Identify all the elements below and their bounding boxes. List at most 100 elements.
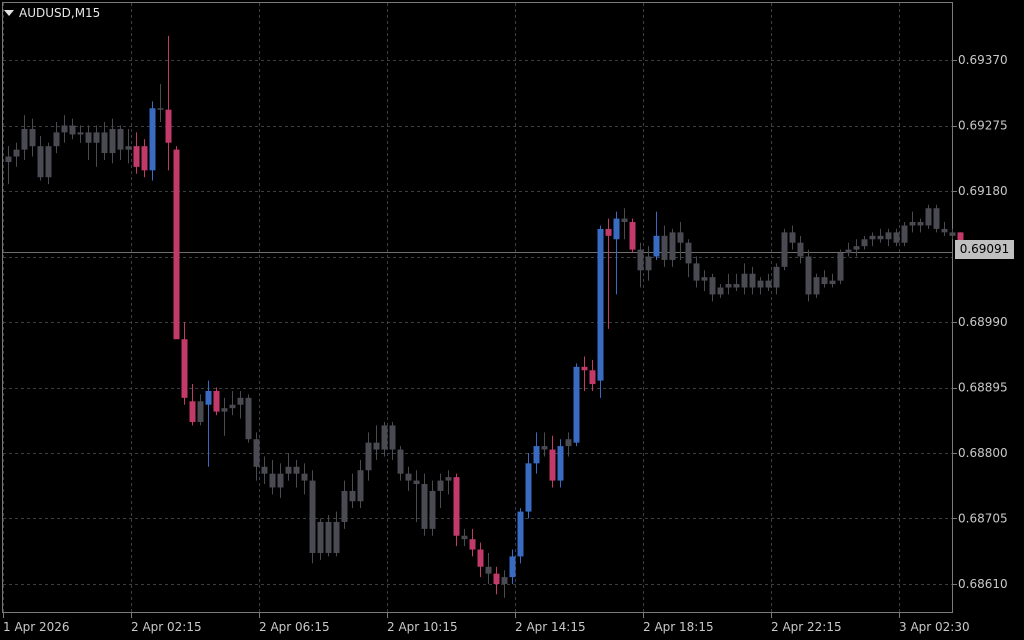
candle xyxy=(5,146,12,185)
candle xyxy=(645,246,652,281)
candle xyxy=(365,432,372,481)
candle xyxy=(181,322,188,405)
candle xyxy=(301,463,308,495)
candle xyxy=(869,232,876,247)
candle xyxy=(509,549,516,584)
candle xyxy=(933,204,940,233)
candle-body xyxy=(493,573,500,584)
candle xyxy=(605,218,612,329)
candle-body xyxy=(133,146,140,167)
candle xyxy=(349,473,356,509)
candle xyxy=(197,394,204,426)
candle xyxy=(13,142,20,167)
time-axis: 1 Apr 2026 2 Apr 02:15 2 Apr 06:15 2 Apr 10… xyxy=(3,613,970,634)
dropdown-triangle-icon[interactable] xyxy=(4,10,14,16)
price-axis: 0.69370 0.69275 0.69180 0.68990 0.68895 0.688… xyxy=(953,53,1008,591)
candle-body xyxy=(637,249,644,271)
candle xyxy=(109,118,116,164)
candle-body xyxy=(853,246,860,250)
candle-body xyxy=(149,108,156,171)
candle-body xyxy=(549,449,556,481)
candle xyxy=(309,470,316,564)
candle-body xyxy=(373,442,380,450)
candle-body xyxy=(501,577,508,584)
candle xyxy=(477,542,484,578)
candle-body xyxy=(653,235,660,257)
grid-lines xyxy=(3,3,952,612)
candle-body xyxy=(709,277,716,295)
candle-body xyxy=(405,473,412,481)
candle xyxy=(597,225,604,398)
candle-body xyxy=(45,146,52,178)
candle-body xyxy=(461,535,468,540)
candle-body xyxy=(733,284,740,288)
candle-body xyxy=(5,156,12,163)
candle xyxy=(413,470,420,522)
candle xyxy=(757,277,764,295)
candle xyxy=(397,446,404,481)
candle xyxy=(661,225,668,267)
candle-body xyxy=(317,521,324,553)
candle xyxy=(925,204,932,229)
candle-body xyxy=(805,256,812,295)
candle-body xyxy=(661,235,668,260)
candle-body xyxy=(349,490,356,502)
time-tick-label: 2 Apr 10:15 xyxy=(387,620,458,634)
candle-body xyxy=(221,408,228,412)
candle xyxy=(741,263,748,295)
candle-body xyxy=(53,132,60,147)
candle xyxy=(941,222,948,236)
price-tick-label: 0.68895 xyxy=(958,381,1008,395)
candle-body xyxy=(117,128,124,150)
candle-body xyxy=(301,473,308,481)
candle xyxy=(93,125,100,167)
candle xyxy=(613,211,620,295)
candle-body xyxy=(37,146,44,178)
candle-body xyxy=(205,390,212,405)
candle xyxy=(133,132,140,174)
candle xyxy=(725,273,732,295)
candles xyxy=(5,35,964,598)
candle xyxy=(573,363,580,447)
time-tick-label: 1 Apr 2026 xyxy=(3,620,70,634)
candle-body xyxy=(829,280,836,285)
candle-body xyxy=(517,511,524,557)
candle-body xyxy=(701,277,708,281)
candle-body xyxy=(237,397,244,405)
candle-body xyxy=(253,439,260,467)
time-tick-label: 2 Apr 02:15 xyxy=(131,620,202,634)
candle xyxy=(693,256,700,288)
candle-body xyxy=(277,473,284,488)
candle xyxy=(125,128,132,164)
candle xyxy=(285,453,292,481)
candle-body xyxy=(109,128,116,154)
candle xyxy=(37,135,44,181)
time-tick-label: 2 Apr 06:15 xyxy=(259,620,330,634)
candle-body xyxy=(533,446,540,464)
candle-body xyxy=(773,266,780,288)
candle xyxy=(437,473,444,509)
price-tick-label: 0.68990 xyxy=(958,315,1008,329)
symbol-header[interactable]: AUDUSD,M15 xyxy=(4,6,100,20)
candle xyxy=(629,218,636,254)
candle-body xyxy=(941,228,948,233)
candle xyxy=(893,228,900,247)
candle xyxy=(149,101,156,181)
candle-body xyxy=(645,256,652,271)
candle-body xyxy=(901,225,908,243)
candle-body xyxy=(725,284,732,288)
candle-body xyxy=(357,470,364,502)
candle xyxy=(901,222,908,247)
candle-body xyxy=(925,208,932,226)
candle-body xyxy=(789,232,796,243)
candle xyxy=(69,118,76,140)
candle xyxy=(317,518,324,560)
candle xyxy=(205,380,212,467)
candle-body xyxy=(797,242,804,257)
candle xyxy=(77,125,84,143)
candle-body xyxy=(261,466,268,474)
candle xyxy=(821,270,828,288)
candle xyxy=(293,459,300,488)
candle-body xyxy=(141,146,148,171)
candle-body xyxy=(101,132,108,154)
